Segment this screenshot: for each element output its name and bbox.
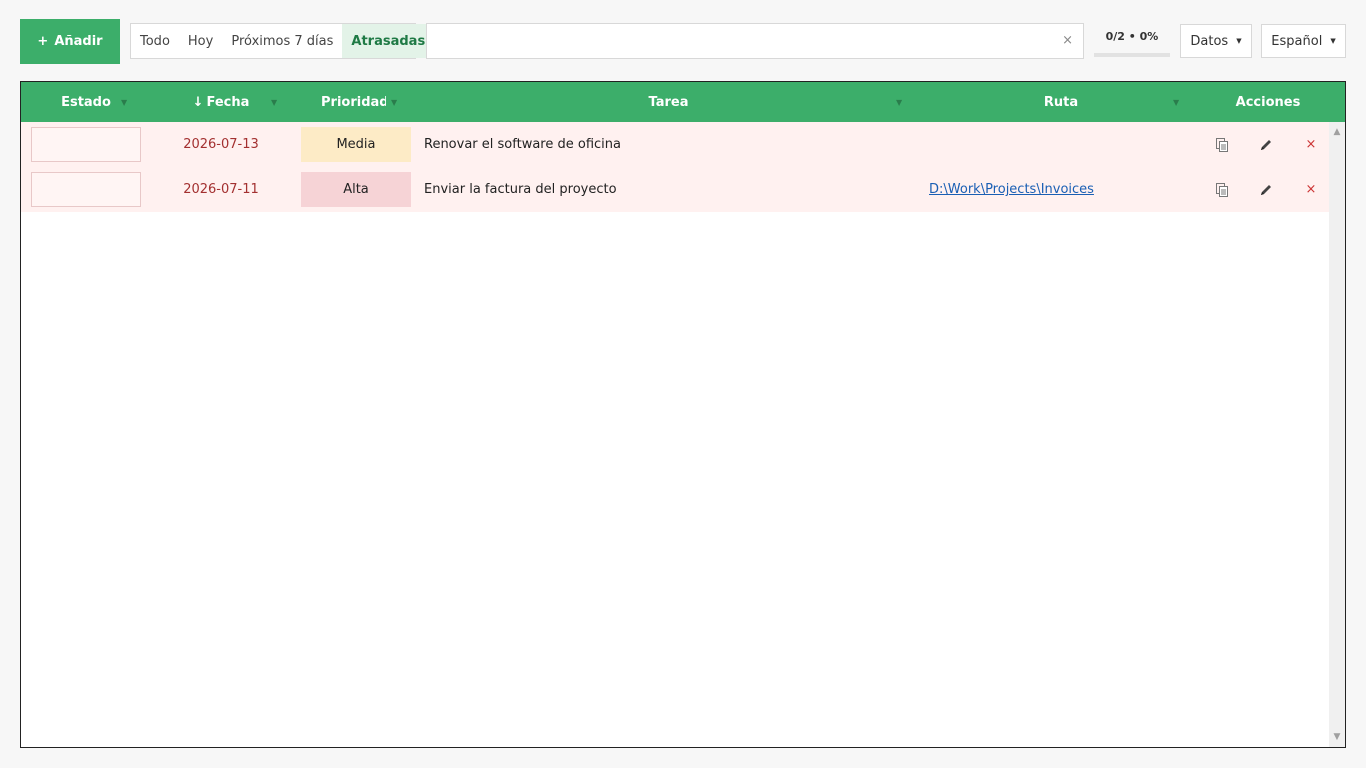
route-cell [929,122,1189,167]
column-label: Prioridad [321,94,386,110]
add-task-button[interactable]: + Añadir [20,19,120,64]
progress-text: 0/2 • 0% [1105,30,1159,43]
status-checkbox[interactable] [31,127,141,162]
column-label: Fecha [206,94,250,110]
filter-atrasadas[interactable]: Atrasadas [342,24,435,58]
caret-down-icon: ▼ [1236,37,1242,45]
table-header: Estado ▼ ↓ Fecha ▼ Prioridad ▼ Tarea ▼ R… [21,82,1345,122]
task-table: Estado ▼ ↓ Fecha ▼ Prioridad ▼ Tarea ▼ R… [20,81,1346,748]
status-checkbox[interactable] [31,172,141,207]
column-header-fecha[interactable]: ↓ Fecha [161,82,281,122]
vertical-scrollbar[interactable]: ▲ ▼ [1329,122,1345,747]
column-filter-icon[interactable]: ▼ [896,98,902,107]
language-dropdown[interactable]: Español ▼ [1261,24,1346,58]
column-header-prioridad[interactable]: Prioridad [321,82,386,122]
scroll-up-arrow-icon[interactable]: ▲ [1329,124,1345,140]
copy-icon[interactable] [1212,122,1232,167]
column-header-acciones: Acciones [1201,82,1335,122]
pencil-icon[interactable] [1256,167,1276,212]
clear-search-icon[interactable]: × [1062,33,1073,48]
caret-down-icon: ▼ [1330,37,1336,45]
plus-icon: + [37,34,49,49]
pencil-icon[interactable] [1256,122,1276,167]
data-menu-dropdown[interactable]: Datos ▼ [1180,24,1252,58]
column-header-ruta[interactable]: Ruta [926,82,1196,122]
column-label: Acciones [1235,94,1301,110]
column-filter-icon[interactable]: ▼ [121,98,127,107]
column-filter-icon[interactable]: ▼ [391,98,397,107]
table-row: 2026-07-13 Media Renovar el software de … [21,122,1330,167]
filter-hoy[interactable]: Hoy [179,24,222,58]
priority-badge: Media [301,127,411,162]
due-date: 2026-07-11 [183,182,259,197]
table-row: 2026-07-11 Alta Enviar la factura del pr… [21,167,1330,212]
column-label: Tarea [648,94,689,110]
column-label: Estado [61,94,111,110]
task-title: Renovar el software de oficina [424,137,621,152]
route-link[interactable]: D:\Work\Projects\Invoices [929,182,1094,197]
task-title: Enviar la factura del proyecto [424,182,617,197]
search-input[interactable] [427,24,1083,58]
route-cell: D:\Work\Projects\Invoices [929,167,1189,212]
table-body: 2026-07-13 Media Renovar el software de … [21,122,1330,747]
copy-icon[interactable] [1212,167,1232,212]
close-icon[interactable]: × [1301,122,1321,167]
close-icon[interactable]: × [1301,167,1321,212]
column-filter-icon[interactable]: ▼ [1173,98,1179,107]
search-box: × [426,23,1084,59]
column-label: Ruta [1043,94,1079,110]
sort-down-icon: ↓ [192,94,204,110]
add-task-label: Añadir [54,34,103,49]
date-filter-group: Todo Hoy Próximos 7 días Atrasadas [130,23,435,59]
toolbar: + Añadir Todo Hoy Próximos 7 días Atrasa… [20,19,1346,64]
column-header-estado[interactable]: Estado [21,82,151,122]
filter-proximos-7-dias[interactable]: Próximos 7 días [222,24,342,58]
scroll-down-arrow-icon[interactable]: ▼ [1329,729,1345,745]
progress-indicator: 0/2 • 0% [1094,23,1170,57]
column-header-tarea[interactable]: Tarea [421,82,916,122]
data-menu-label: Datos [1190,33,1229,49]
due-date: 2026-07-13 [183,137,259,152]
progress-bar [1094,53,1170,57]
filter-todo[interactable]: Todo [131,24,179,58]
language-label: Español [1271,33,1323,49]
column-filter-icon[interactable]: ▼ [271,98,277,107]
priority-badge: Alta [301,172,411,207]
